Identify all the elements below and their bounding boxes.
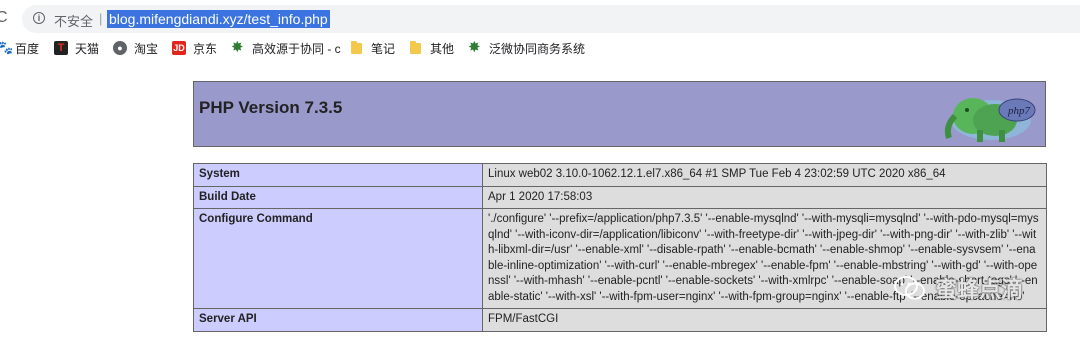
folder-icon bbox=[351, 41, 362, 54]
wechat-icon bbox=[894, 276, 925, 300]
reload-icon[interactable]: C bbox=[0, 9, 8, 27]
row-value-build-date: Apr 1 2020 17:58:03 bbox=[482, 185, 1047, 209]
watermark: 蜜蜂点滴 bbox=[893, 268, 1053, 308]
tmall-icon: T bbox=[54, 41, 68, 55]
table-row: Build Date Apr 1 2020 17:58:03 bbox=[193, 185, 1047, 209]
address-bar: C i 不安全 | blog.mifengdiandi.xyz/test_inf… bbox=[0, 0, 1080, 38]
bookmark-gaoxiao[interactable]: 高效源于协同 - c bbox=[252, 40, 341, 57]
gear-icon: ✸ bbox=[468, 39, 481, 56]
info-icon[interactable]: i bbox=[33, 12, 45, 24]
table-row: Server API FPM/FastCGI bbox=[193, 308, 1047, 332]
row-label-build-date: Build Date bbox=[193, 185, 483, 209]
bookmark-tmall[interactable]: 天猫 bbox=[75, 40, 99, 57]
table-row: System Linux web02 3.10.0-1062.12.1.el7.… bbox=[193, 163, 1047, 187]
row-value-server-api: FPM/FastCGI bbox=[482, 308, 1047, 332]
bookmark-notes[interactable]: 笔记 bbox=[371, 40, 395, 57]
row-value-system: Linux web02 3.10.0-1062.12.1.el7.x86_64 … bbox=[482, 163, 1047, 187]
page-title: PHP Version 7.3.5 bbox=[199, 98, 343, 117]
bookmark-jd[interactable]: 京东 bbox=[193, 40, 217, 57]
row-label-configure-command: Configure Command bbox=[193, 208, 483, 309]
row-label-system: System bbox=[193, 163, 483, 187]
omnibox-separator: | bbox=[99, 11, 103, 26]
bookmarks-bar: 🐾 百度 T 天猫 ● 淘宝 JD 京东 ✸ 高效源于协同 - c 笔记 其他 … bbox=[0, 38, 1080, 60]
watermark-text: 蜜蜂点滴 bbox=[935, 277, 1024, 302]
globe-icon: ● bbox=[113, 41, 127, 55]
bookmark-other[interactable]: 其他 bbox=[430, 40, 454, 57]
php-elephant-logo[interactable]: php7 bbox=[933, 86, 1041, 144]
url-text[interactable]: blog.mifengdiandi.xyz/test_info.php bbox=[107, 10, 330, 28]
php-logo-text: php7 bbox=[1007, 105, 1031, 117]
bookmark-baidu[interactable]: 百度 bbox=[15, 40, 39, 57]
jd-icon: JD bbox=[172, 41, 186, 55]
folder-icon bbox=[410, 41, 421, 54]
security-label[interactable]: 不安全 bbox=[54, 11, 93, 30]
baidu-paw-icon: 🐾 bbox=[0, 40, 14, 55]
php-header: PHP Version 7.3.5 php7 bbox=[193, 81, 1046, 147]
bookmark-fanwei[interactable]: 泛微协同商务系统 bbox=[489, 40, 585, 57]
bookmark-taobao[interactable]: 淘宝 bbox=[134, 40, 158, 57]
gear-icon: ✸ bbox=[231, 39, 244, 56]
row-label-server-api: Server API bbox=[193, 308, 483, 332]
omnibox[interactable]: i 不安全 | blog.mifengdiandi.xyz/test_info.… bbox=[22, 5, 1080, 33]
